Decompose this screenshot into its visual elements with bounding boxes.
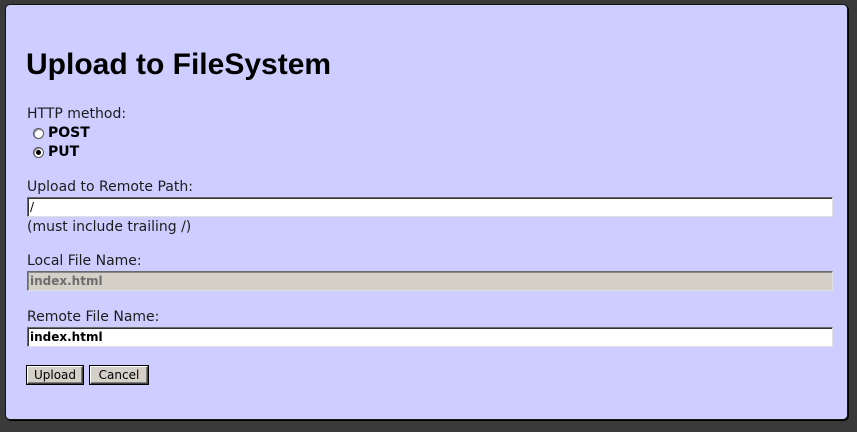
local-file-label: Local File Name:	[27, 253, 142, 269]
local-file-input	[27, 271, 833, 291]
radio-put-label[interactable]: PUT	[48, 144, 79, 160]
cancel-button[interactable]: Cancel	[90, 366, 148, 384]
remote-path-label: Upload to Remote Path:	[27, 179, 193, 195]
remote-path-hint: (must include trailing /)	[27, 219, 192, 235]
radio-post[interactable]: POST	[33, 124, 90, 142]
radio-post-circle[interactable]	[33, 127, 44, 139]
radio-put-circle[interactable]	[33, 146, 44, 158]
radio-put[interactable]: PUT	[33, 143, 79, 161]
page-title: Upload to FileSystem	[26, 48, 332, 81]
remote-file-label: Remote File Name:	[27, 309, 160, 325]
remote-path-input[interactable]	[27, 197, 833, 217]
radio-post-label[interactable]: POST	[48, 125, 90, 141]
upload-button[interactable]: Upload	[27, 366, 83, 384]
upload-panel: Upload to FileSystem HTTP method: POST P…	[5, 4, 848, 420]
remote-file-input[interactable]	[27, 327, 833, 347]
http-method-label: HTTP method:	[27, 106, 127, 122]
